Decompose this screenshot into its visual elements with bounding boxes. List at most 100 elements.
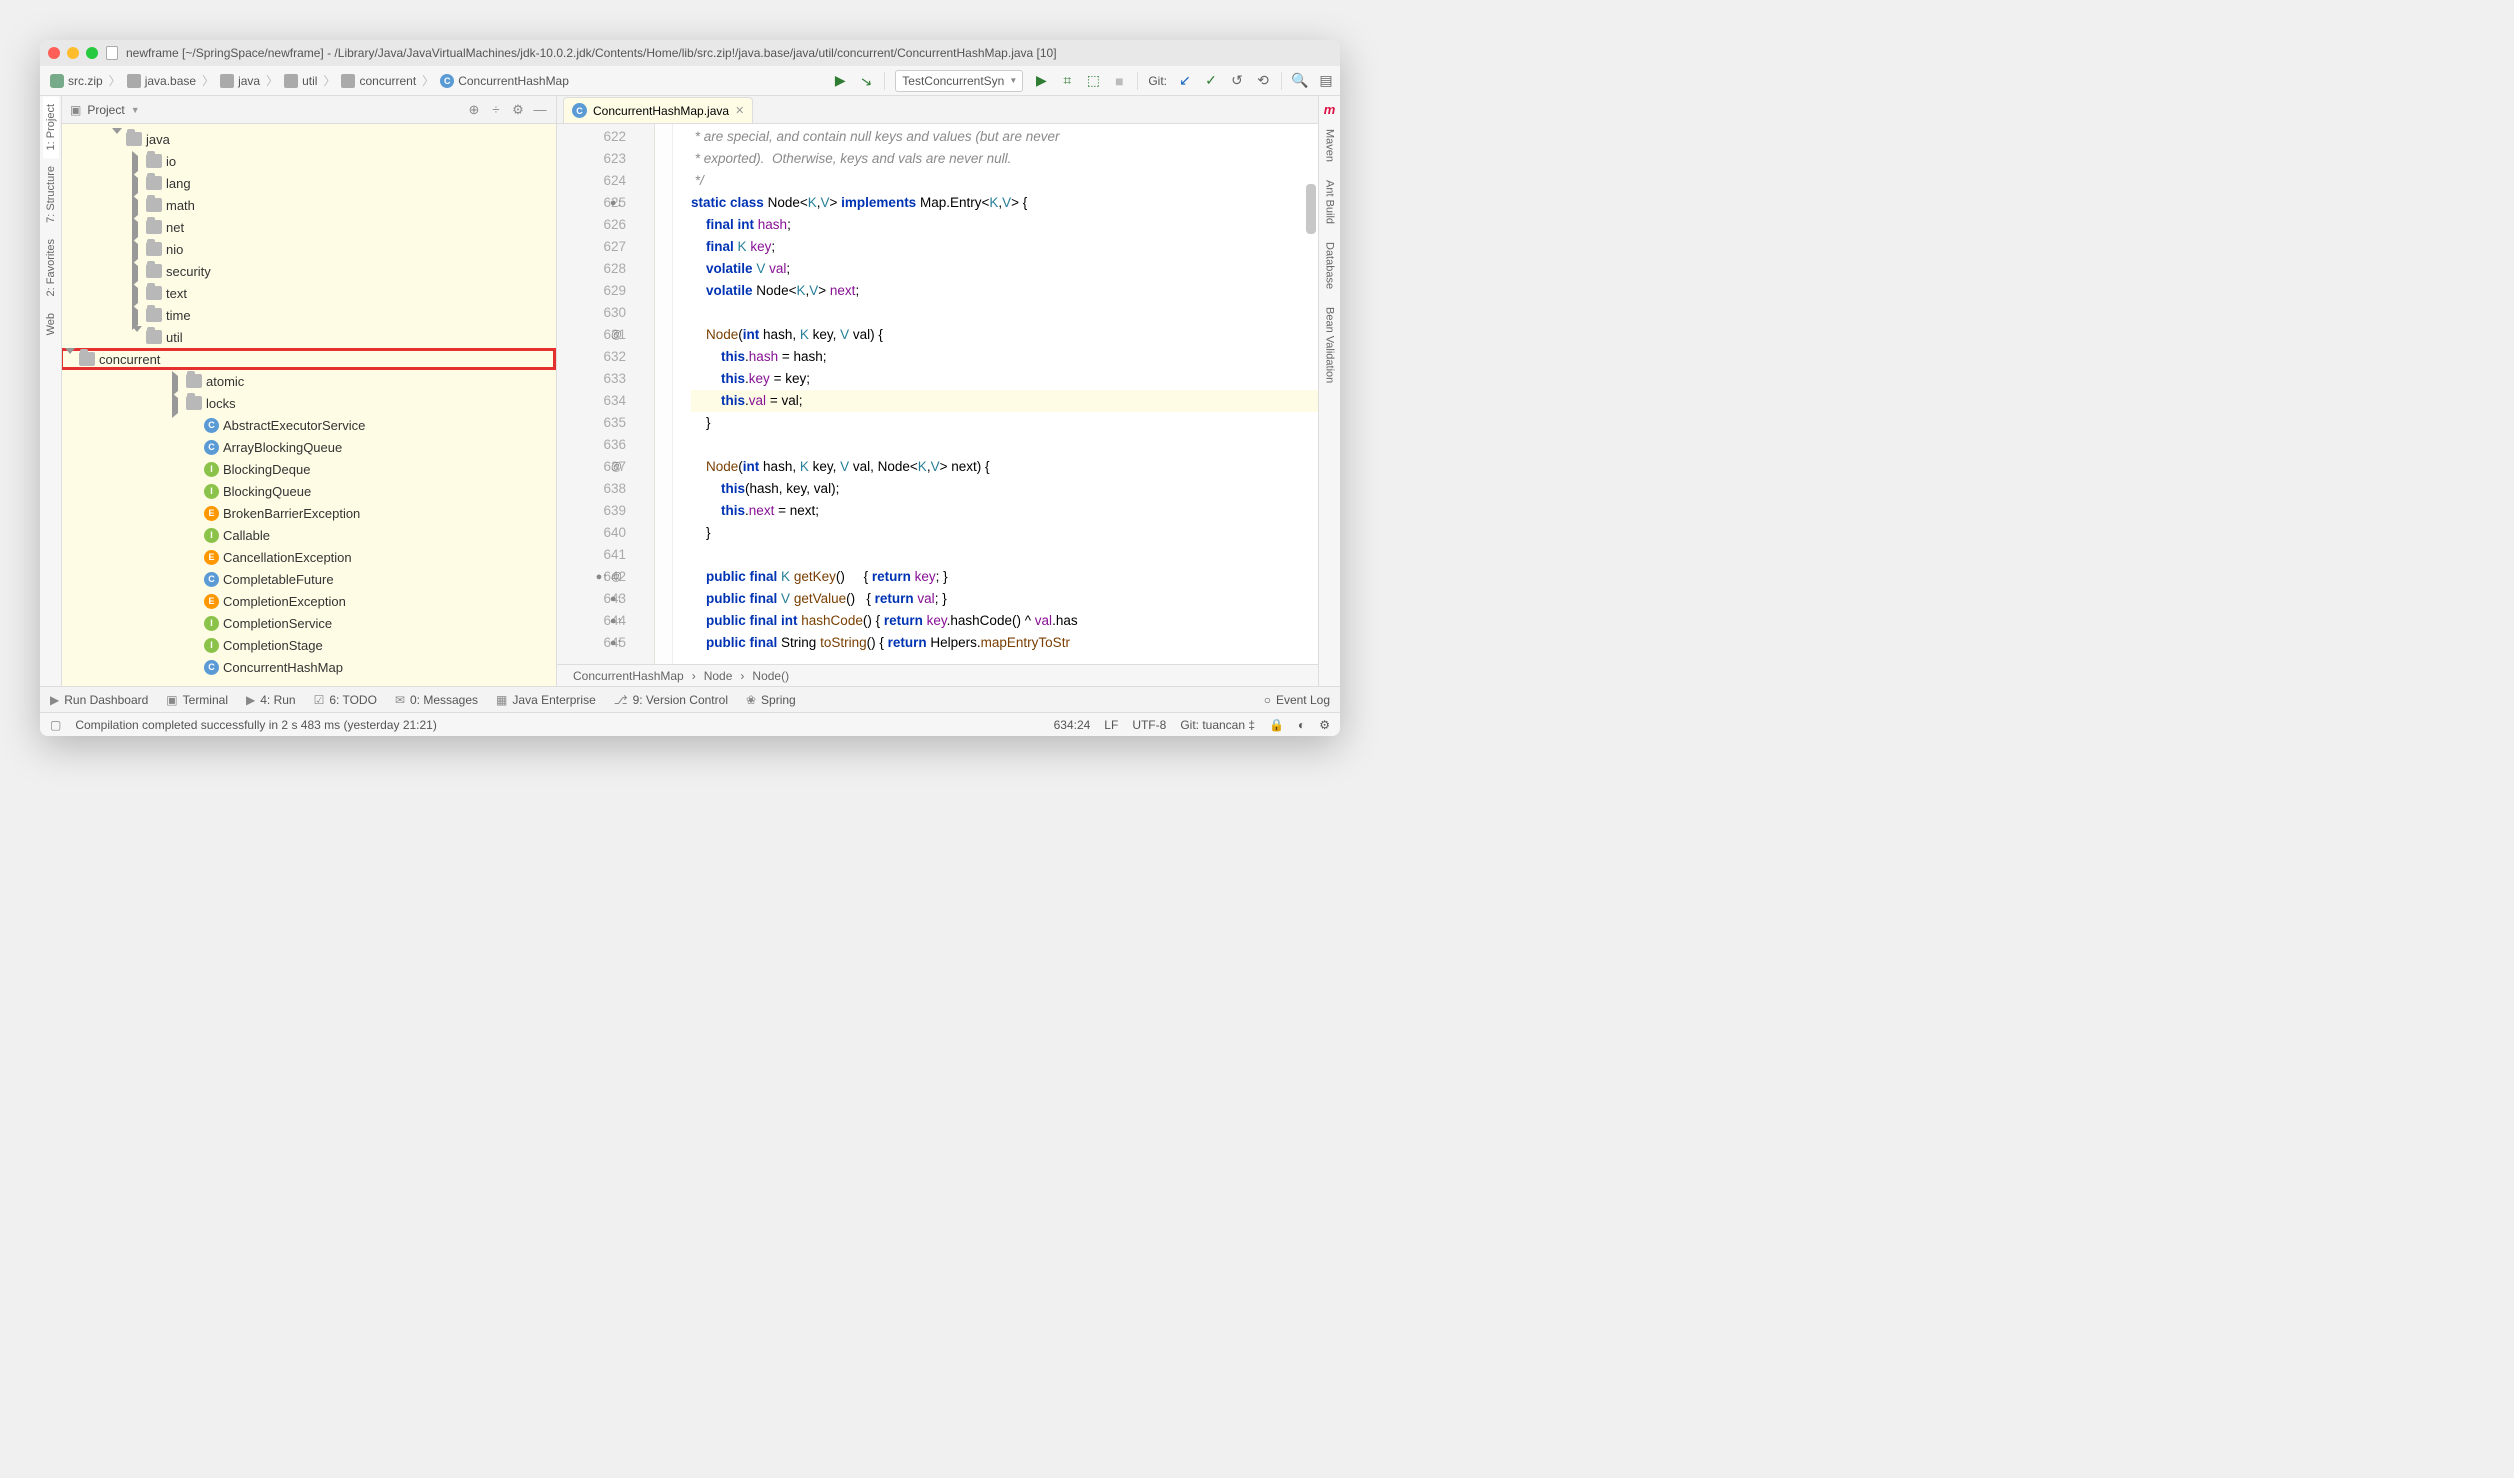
code-line[interactable]: * are special, and contain null keys and… <box>691 126 1318 148</box>
bottom-tool-item[interactable]: ▶Run Dashboard <box>50 693 148 707</box>
line-number[interactable]: 632 <box>557 346 626 368</box>
bottom-tool-item[interactable]: ❀Spring <box>746 693 796 707</box>
code-line[interactable]: this.hash = hash; <box>691 346 1318 368</box>
lock-icon[interactable]: 🔒 <box>1269 718 1284 732</box>
tree-folder[interactable]: java <box>62 128 556 150</box>
line-gutter[interactable]: 622623624625●↓626627628629630631@6326336… <box>557 124 655 664</box>
run-icon[interactable]: ▶ <box>1033 73 1049 89</box>
line-number[interactable]: 637@ <box>557 456 626 478</box>
editor-crumb[interactable]: ConcurrentHashMap <box>573 669 684 683</box>
line-number[interactable]: 640 <box>557 522 626 544</box>
tree-folder[interactable]: locks <box>62 392 556 414</box>
run-config-select[interactable]: TestConcurrentSyn <box>895 70 1023 92</box>
bottom-tool-item[interactable]: ▦Java Enterprise <box>496 693 596 707</box>
left-tool-tab[interactable]: 7: Structure <box>43 158 59 231</box>
zoom-icon[interactable] <box>86 47 98 59</box>
search-icon[interactable]: 🔍 <box>1292 73 1308 89</box>
git-pull-icon[interactable]: ↙ <box>1177 73 1193 89</box>
tree-folder[interactable]: util <box>62 326 556 348</box>
bottom-tool-item[interactable]: ▣Terminal <box>166 693 228 707</box>
bottom-tool-item[interactable]: ☑6: TODO <box>314 693 377 707</box>
gutter-mark-icon[interactable]: ●↓ <box>610 192 622 214</box>
maven-m-icon[interactable]: m <box>1324 102 1336 117</box>
line-number[interactable]: 629 <box>557 280 626 302</box>
code-line[interactable] <box>691 302 1318 324</box>
code-line[interactable]: Node(int hash, K key, V val) { <box>691 324 1318 346</box>
encoding[interactable]: UTF-8 <box>1132 718 1166 732</box>
coverage-icon[interactable]: ⬚ <box>1085 73 1101 89</box>
line-number[interactable]: 633 <box>557 368 626 390</box>
tree-folder[interactable]: time <box>62 304 556 326</box>
gutter-mark-icon[interactable]: @ <box>611 324 622 346</box>
code-line[interactable]: * exported). Otherwise, keys and vals ar… <box>691 148 1318 170</box>
line-number[interactable]: 643●↑ <box>557 588 626 610</box>
right-tool-tab[interactable]: Database <box>1322 236 1338 295</box>
line-number[interactable]: 624 <box>557 170 626 192</box>
line-number[interactable]: 644●↑ <box>557 610 626 632</box>
tree-folder[interactable]: net <box>62 216 556 238</box>
tree-spacer[interactable] <box>190 508 200 518</box>
tree-folder[interactable]: io <box>62 150 556 172</box>
close-tab-icon[interactable]: ✕ <box>735 104 744 117</box>
run-target-icon[interactable]: ▶ <box>832 73 848 89</box>
code-line[interactable]: volatile V val; <box>691 258 1318 280</box>
chevron-down-icon[interactable]: ▼ <box>131 105 140 115</box>
line-number[interactable]: 642●↑ @ <box>557 566 626 588</box>
code-line[interactable]: final int hash; <box>691 214 1318 236</box>
code-line[interactable]: volatile Node<K,V> next; <box>691 280 1318 302</box>
expand-icon[interactable] <box>172 393 178 418</box>
gutter-mark-icon[interactable]: ●↑ <box>610 588 622 610</box>
tree-spacer[interactable] <box>190 464 200 474</box>
gutter-fold[interactable] <box>655 124 673 664</box>
breadcrumb-item[interactable]: java <box>216 74 264 88</box>
left-tool-tab[interactable]: Web <box>43 305 59 343</box>
code-line[interactable]: } <box>691 522 1318 544</box>
line-number[interactable]: 626 <box>557 214 626 236</box>
line-number[interactable]: 623 <box>557 148 626 170</box>
breadcrumb-item[interactable]: java.base <box>123 74 200 88</box>
tree-spacer[interactable] <box>190 530 200 540</box>
collapse-icon[interactable] <box>132 326 142 347</box>
line-number[interactable]: 635 <box>557 412 626 434</box>
tree-spacer[interactable] <box>190 574 200 584</box>
tree-spacer[interactable] <box>190 662 200 672</box>
line-separator[interactable]: LF <box>1104 718 1118 732</box>
tree-folder[interactable]: security <box>62 260 556 282</box>
scroll-track[interactable] <box>1306 124 1316 664</box>
tree-class[interactable]: CConcurrentHashMap <box>62 656 556 678</box>
tree-spacer[interactable] <box>190 442 200 452</box>
tree-folder[interactable]: concurrent <box>62 348 556 370</box>
bottom-tool-item[interactable]: ✉0: Messages <box>395 693 478 707</box>
breadcrumb-item[interactable]: concurrent <box>337 74 420 88</box>
tree-class[interactable]: ECancellationException <box>62 546 556 568</box>
tree-spacer[interactable] <box>190 596 200 606</box>
tree-spacer[interactable] <box>190 618 200 628</box>
code-line[interactable]: this.key = key; <box>691 368 1318 390</box>
line-number[interactable]: 634 <box>557 390 626 412</box>
gutter-mark-icon[interactable]: ●↑ @ <box>596 566 622 588</box>
editor-tab[interactable]: C ConcurrentHashMap.java ✕ <box>563 97 753 123</box>
code-editor[interactable]: 622623624625●↓626627628629630631@6326336… <box>557 124 1318 664</box>
tree-folder[interactable]: nio <box>62 238 556 260</box>
code-line[interactable] <box>691 434 1318 456</box>
right-tool-tab[interactable]: Bean Validation <box>1322 301 1338 389</box>
code-line[interactable]: public final K getKey() { return key; } <box>691 566 1318 588</box>
code-line[interactable]: this(hash, key, val); <box>691 478 1318 500</box>
right-tool-tab[interactable]: Ant Build <box>1322 174 1338 230</box>
breadcrumb-item[interactable]: CConcurrentHashMap <box>436 74 573 88</box>
code-line[interactable]: final K key; <box>691 236 1318 258</box>
gutter-mark-icon[interactable]: @ <box>611 456 622 478</box>
tree-class[interactable]: CAbstractExecutorService <box>62 414 556 436</box>
project-label[interactable]: Project <box>87 103 124 117</box>
tree-class[interactable]: ICallable <box>62 524 556 546</box>
line-number[interactable]: 625●↓ <box>557 192 626 214</box>
code-line[interactable]: } <box>691 412 1318 434</box>
git-branch[interactable]: Git: tuancan ‡ <box>1180 718 1255 732</box>
debug-icon[interactable]: ⌗ <box>1059 73 1075 89</box>
scroll-thumb[interactable] <box>1306 184 1316 234</box>
bottom-tool-item[interactable]: ⎇9: Version Control <box>614 693 728 707</box>
gear-icon[interactable]: ⚙ <box>510 102 526 118</box>
tree-folder[interactable]: math <box>62 194 556 216</box>
editor-crumb[interactable]: Node() <box>752 669 789 683</box>
collapse-icon[interactable] <box>112 128 122 149</box>
